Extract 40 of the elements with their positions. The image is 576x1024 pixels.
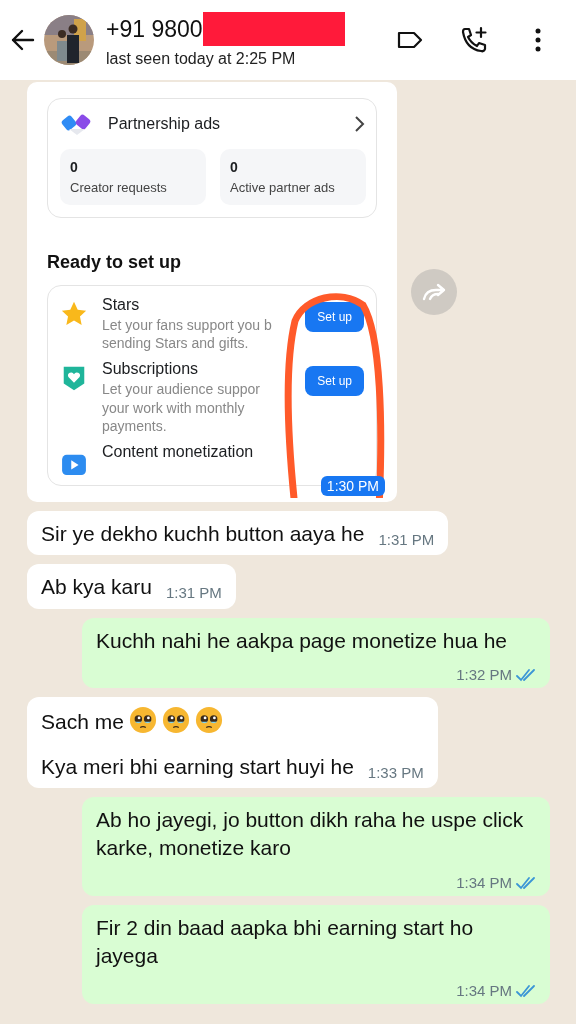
set-up-button[interactable]: Set up — [305, 302, 364, 332]
pleading-face-icon — [161, 706, 190, 735]
back-arrow-icon[interactable] — [10, 27, 36, 53]
image-message-bubble[interactable] — [27, 82, 397, 502]
message-text: Fir 2 din baad aapka bhi earning start ho jayega — [96, 914, 475, 970]
message-time: 1:31 PM — [378, 530, 435, 550]
stat-label: Active partner ads — [230, 180, 336, 195]
feature-description: Let your fans support you b sending Stars and gifts. — [102, 316, 273, 353]
partnership-title: Partnership ads — [108, 115, 222, 133]
message-time: 1:33 PM — [367, 762, 424, 783]
feature-title: Subscriptions — [102, 360, 200, 379]
set-up-button[interactable]: Set up — [305, 366, 364, 397]
message-time: 1:34 PM — [456, 980, 512, 1001]
message-time: 1:34 PM — [456, 872, 512, 893]
message-text: Kya meri bhi earning start huyi he — [41, 753, 354, 780]
feature-description: Let your audience suppor your work with monthly payments. — [102, 380, 261, 435]
stat-label: Creator requests — [70, 180, 168, 195]
pleading-face-icon — [128, 706, 157, 735]
section-title: Ready to set up — [47, 252, 183, 273]
contact-name[interactable]: +91 9800 — [106, 15, 203, 43]
play-icon — [60, 452, 88, 475]
pleading-face-icon — [194, 706, 223, 735]
partnership-card[interactable]: Partnership ads 0 Creator requests 0 Active partner ads — [47, 98, 377, 218]
forward-icon — [421, 282, 447, 302]
stat-value: 0 — [70, 159, 79, 175]
message-text: Ab kya karu — [41, 574, 152, 601]
chevron-right-icon — [352, 115, 366, 133]
message-text: Ab ho jayegi, jo button dikh raha he uspe click karke, monetize karo — [96, 806, 525, 862]
message-text: Sach me — [41, 709, 124, 736]
last-seen-status: last seen today at 2:25 PM — [106, 50, 297, 68]
message-time: 1:31 PM — [165, 583, 222, 604]
message-time: 1:30 PM — [320, 476, 385, 496]
message-text: Kuchh nahi he aakpa page monetize hua he — [96, 627, 507, 654]
message-time: 1:32 PM — [456, 665, 512, 686]
feature-title: Stars — [102, 296, 141, 314]
feature-title: Content monetization — [102, 442, 255, 461]
stat-value: 0 — [230, 159, 239, 175]
star-icon — [60, 300, 88, 328]
add-call-icon[interactable] — [460, 26, 488, 54]
message-text: Sir ye dekho kuchh button aaya he — [41, 521, 365, 547]
